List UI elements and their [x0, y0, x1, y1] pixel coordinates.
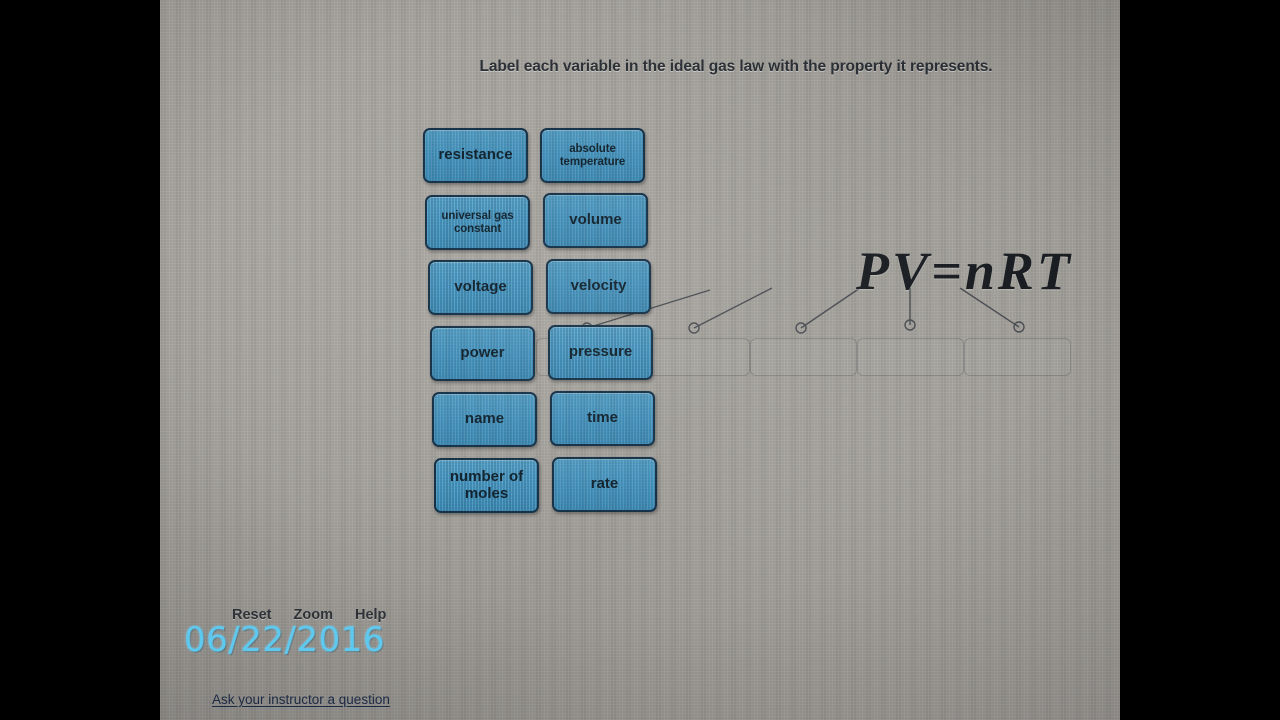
equation-term-T: T — [1036, 241, 1071, 301]
answer-dropzone[interactable] — [964, 338, 1071, 376]
answer-tile-label: volume — [569, 211, 622, 229]
answer-tile[interactable]: rate — [552, 457, 657, 512]
answer-tile-label: resistance — [438, 146, 513, 164]
connector-v — [688, 287, 773, 334]
equation-term-P: P — [856, 241, 890, 301]
answer-tile[interactable]: number of moles — [434, 458, 539, 513]
equation-term-R: R — [997, 241, 1035, 301]
screenshot-root: Label each variable in the ideal gas law… — [0, 0, 1280, 720]
camera-datestamp: 06/22/2016 — [184, 620, 385, 660]
monitor-screen: Label each variable in the ideal gas law… — [160, 0, 1120, 720]
answer-tile[interactable]: time — [550, 391, 655, 446]
tile-bank: resistance absolute temperature universal … — [260, 128, 657, 518]
answer-tile[interactable]: power — [430, 326, 535, 381]
answer-tile[interactable]: universal gas constant — [425, 195, 530, 250]
answer-tile-label: power — [460, 344, 505, 362]
equation-term-V: V — [892, 241, 930, 301]
answer-tile-label: velocity — [570, 277, 627, 295]
answer-tile[interactable]: pressure — [548, 325, 653, 380]
answer-tile[interactable]: name — [432, 392, 537, 447]
answer-dropzone[interactable] — [750, 338, 857, 376]
answer-tile-label: time — [587, 409, 618, 427]
answer-tile-label: rate — [590, 475, 619, 493]
ask-instructor-link[interactable]: Ask your instructor a question — [212, 692, 390, 707]
answer-dropzone[interactable] — [643, 338, 750, 376]
answer-tile-label: name — [464, 410, 505, 428]
answer-dropzone[interactable] — [857, 338, 964, 376]
answer-tile[interactable]: voltage — [428, 260, 533, 315]
ideal-gas-law-equation: PV=nRT — [855, 240, 1072, 302]
connector-n — [795, 287, 861, 334]
answer-tile-label: universal gas constant — [441, 209, 514, 235]
letterbox-right — [1120, 0, 1280, 720]
answer-tile[interactable]: velocity — [546, 259, 651, 314]
page-instruction: Label each variable in the ideal gas law… — [479, 58, 993, 75]
answer-tile-label: absolute temperature — [559, 142, 626, 168]
equation-term-n: n — [964, 241, 996, 301]
answer-tile[interactable]: resistance — [423, 128, 528, 183]
letterbox-left — [0, 0, 160, 720]
answer-tile-label: voltage — [454, 278, 507, 296]
answer-tile-label: number of moles — [449, 467, 524, 502]
answer-tile[interactable]: absolute temperature — [540, 128, 645, 183]
answer-tile[interactable]: volume — [543, 193, 648, 248]
equation-term-equals: = — [931, 241, 963, 301]
answer-tile-label: pressure — [568, 343, 633, 361]
